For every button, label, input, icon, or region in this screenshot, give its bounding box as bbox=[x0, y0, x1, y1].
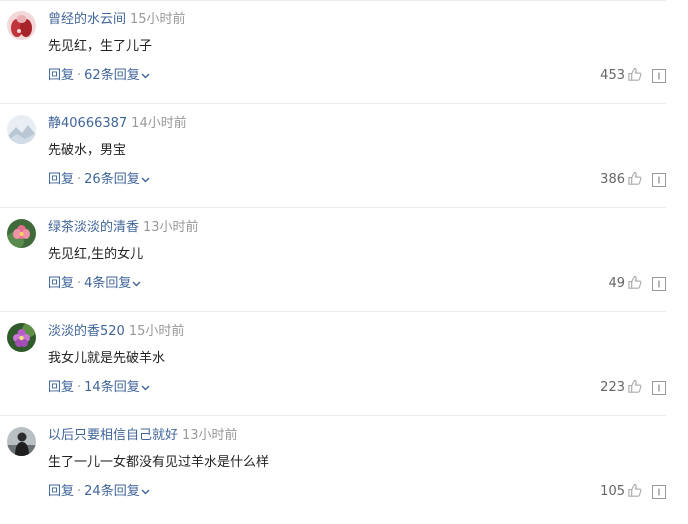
comment-meta: 以后只要相信自己就好 13小时前 bbox=[48, 427, 238, 445]
timestamp: 13小时前 bbox=[143, 220, 199, 235]
username[interactable]: 静40666387 bbox=[48, 116, 127, 131]
comment-text: 我女儿就是先破羊水 bbox=[48, 351, 166, 366]
comment-actions: 回复 · 62条回复 bbox=[48, 66, 150, 86]
thumbs-up-icon bbox=[628, 379, 642, 393]
timestamp: 15小时前 bbox=[130, 12, 186, 27]
like-button[interactable]: 49 bbox=[608, 274, 642, 294]
separator-dot: · bbox=[77, 484, 82, 499]
like-button[interactable]: 386 bbox=[600, 170, 642, 190]
timestamp: 15小时前 bbox=[128, 324, 185, 339]
separator-dot: · bbox=[77, 172, 82, 187]
like-count: 386 bbox=[600, 172, 625, 187]
like-count: 453 bbox=[600, 68, 625, 83]
comment-text: 先破水，男宝 bbox=[48, 143, 127, 158]
comment-item: 以后只要相信自己就好 13小时前 生了一儿一女都没有见过羊水是什么样 回复 · 24条… bbox=[0, 416, 666, 520]
comment-meta: 淡淡的香520 15小时前 bbox=[48, 323, 184, 341]
replies-toggle[interactable]: 62条回复 bbox=[84, 68, 140, 83]
comment-actions: 回复 · 4条回复 bbox=[48, 274, 141, 294]
like-button[interactable]: 223 bbox=[600, 378, 642, 398]
reply-button[interactable]: 回复 bbox=[48, 380, 74, 395]
comment-text: 生了一儿一女都没有见过羊水是什么样 bbox=[48, 455, 270, 470]
silhouette-avatar[interactable] bbox=[7, 427, 36, 456]
comment-meta: 曾经的水云间 15小时前 bbox=[48, 11, 186, 29]
like-count: 49 bbox=[608, 276, 625, 291]
red-face-avatar[interactable] bbox=[7, 11, 36, 40]
reply-button[interactable]: 回复 bbox=[48, 484, 74, 499]
thumbs-up-icon bbox=[628, 275, 642, 289]
thumbs-up-icon bbox=[628, 483, 642, 497]
separator-dot: · bbox=[77, 276, 82, 291]
like-button[interactable]: 105 bbox=[600, 482, 642, 502]
mountain-avatar[interactable] bbox=[7, 115, 36, 144]
like-count: 223 bbox=[600, 380, 625, 395]
comment-text: 先见红，生了儿子 bbox=[48, 39, 153, 54]
username[interactable]: 淡淡的香520 bbox=[48, 324, 125, 339]
username[interactable]: 曾经的水云间 bbox=[48, 12, 126, 27]
like-button[interactable]: 453 bbox=[600, 66, 642, 86]
report-icon[interactable] bbox=[652, 485, 666, 499]
chevron-down-icon[interactable] bbox=[141, 177, 150, 183]
thumbs-up-icon bbox=[628, 171, 642, 185]
replies-toggle[interactable]: 26条回复 bbox=[84, 172, 140, 187]
replies-toggle[interactable]: 24条回复 bbox=[84, 484, 140, 499]
chevron-down-icon[interactable] bbox=[141, 385, 150, 391]
comment-actions: 回复 · 26条回复 bbox=[48, 170, 150, 190]
replies-toggle[interactable]: 14条回复 bbox=[84, 380, 140, 395]
report-icon[interactable] bbox=[652, 69, 666, 83]
username[interactable]: 以后只要相信自己就好 bbox=[48, 428, 178, 443]
like-count: 105 bbox=[600, 484, 625, 499]
report-icon[interactable] bbox=[652, 381, 666, 395]
purple-flower-avatar[interactable] bbox=[7, 323, 36, 352]
comment-meta: 绿茶淡淡的清香 13小时前 bbox=[48, 219, 199, 237]
report-icon[interactable] bbox=[652, 173, 666, 187]
reply-button[interactable]: 回复 bbox=[48, 276, 74, 291]
report-icon[interactable] bbox=[652, 277, 666, 291]
username[interactable]: 绿茶淡淡的清香 bbox=[48, 220, 139, 235]
comment-item: 绿茶淡淡的清香 13小时前 先见红,生的女儿 回复 · 4条回复 49 bbox=[0, 208, 666, 312]
comment-item: 静40666387 14小时前 先破水，男宝 回复 · 26条回复 386 bbox=[0, 104, 666, 208]
pink-lotus-avatar[interactable] bbox=[7, 219, 36, 248]
comment-item: 淡淡的香520 15小时前 我女儿就是先破羊水 回复 · 14条回复 223 bbox=[0, 312, 666, 416]
comment-actions: 回复 · 14条回复 bbox=[48, 378, 150, 398]
separator-dot: · bbox=[77, 68, 82, 83]
comment-text: 先见红,生的女儿 bbox=[48, 247, 144, 262]
separator-dot: · bbox=[77, 380, 82, 395]
comment-meta: 静40666387 14小时前 bbox=[48, 115, 187, 133]
chevron-down-icon[interactable] bbox=[141, 73, 150, 79]
timestamp: 13小时前 bbox=[182, 428, 238, 443]
comment-item: 曾经的水云间 15小时前 先见红，生了儿子 回复 · 62条回复 453 bbox=[0, 0, 666, 104]
thumbs-up-icon bbox=[628, 67, 642, 81]
reply-button[interactable]: 回复 bbox=[48, 68, 74, 83]
reply-button[interactable]: 回复 bbox=[48, 172, 74, 187]
timestamp: 14小时前 bbox=[131, 116, 187, 131]
chevron-down-icon[interactable] bbox=[132, 281, 141, 287]
replies-toggle[interactable]: 4条回复 bbox=[84, 276, 131, 291]
comment-actions: 回复 · 24条回复 bbox=[48, 482, 150, 502]
chevron-down-icon[interactable] bbox=[141, 489, 150, 495]
